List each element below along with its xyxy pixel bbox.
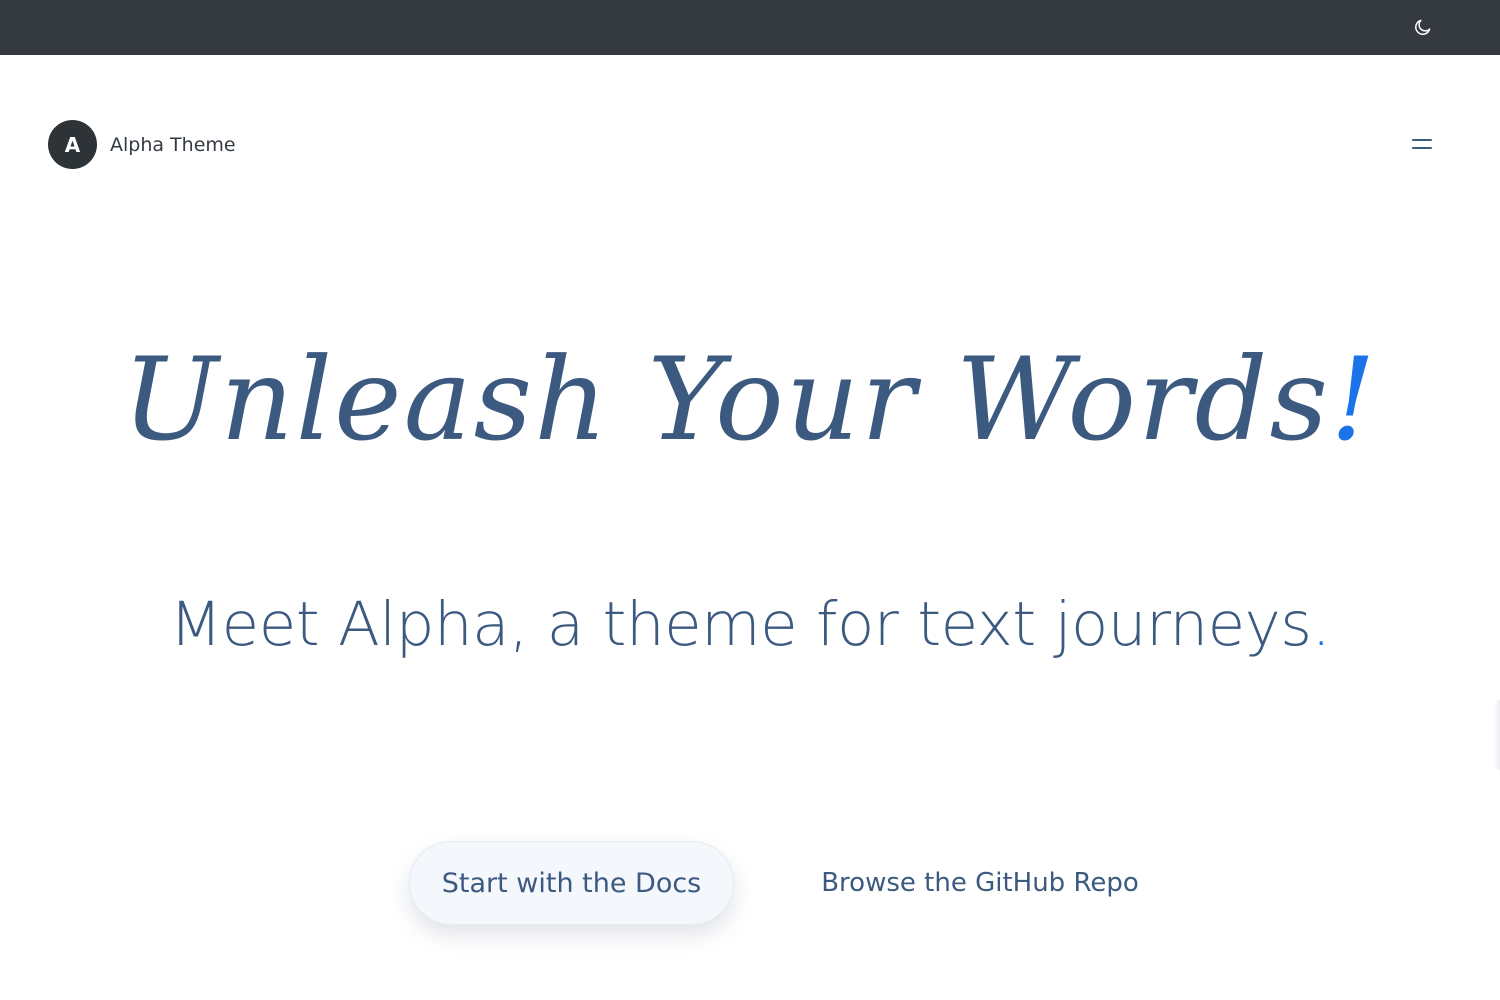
- hero-subtitle-text: Meet Alpha, a theme for text journeys: [169, 589, 1313, 660]
- hero-title: Unleash Your Words!: [0, 330, 1500, 470]
- hero-title-text: Unleash Your Words: [122, 333, 1330, 466]
- hero-title-accent: !: [1329, 333, 1378, 466]
- brand-logo: A: [48, 120, 97, 169]
- brand-logo-letter: A: [64, 132, 81, 157]
- start-docs-button[interactable]: Start with the Docs: [409, 841, 734, 925]
- brand-name: Alpha Theme: [110, 133, 236, 156]
- edge-shadow: [1494, 700, 1500, 770]
- hamburger-menu-icon: [1412, 139, 1432, 149]
- github-repo-link[interactable]: Browse the GitHub Repo: [790, 841, 1170, 925]
- site-header: A Alpha Theme: [0, 55, 1500, 235]
- hero-subtitle-accent: .: [1311, 589, 1331, 660]
- brand-link[interactable]: A Alpha Theme: [48, 120, 236, 169]
- menu-button[interactable]: [1408, 132, 1436, 156]
- top-bar: [0, 0, 1500, 55]
- theme-toggle-button[interactable]: [1410, 14, 1436, 40]
- hero-subtitle: Meet Alpha, a theme for text journeys.: [0, 585, 1500, 665]
- moon-icon: [1415, 19, 1431, 35]
